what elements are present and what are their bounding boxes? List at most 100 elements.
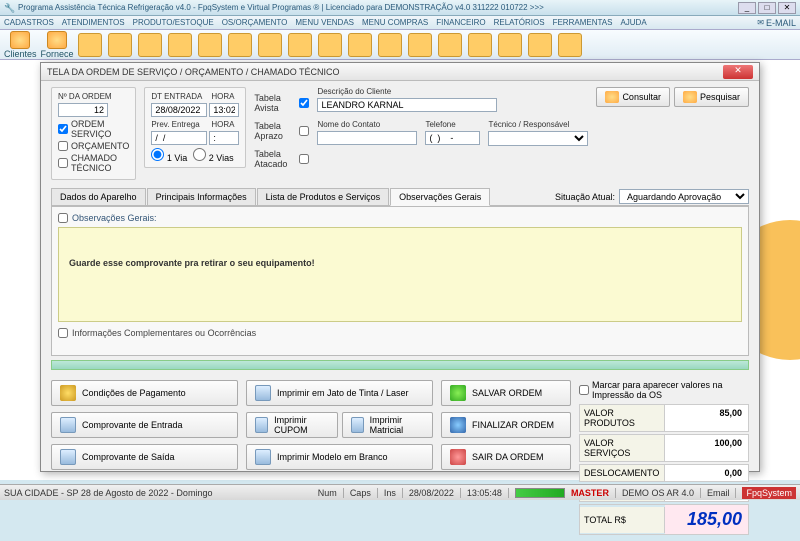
contato-label: Nome do Contato bbox=[317, 120, 417, 129]
tb-clientes[interactable]: Clientes bbox=[4, 31, 37, 59]
sb-caps: Caps bbox=[350, 488, 371, 498]
tb-icon[interactable] bbox=[408, 33, 432, 57]
tb-icon[interactable] bbox=[78, 33, 102, 57]
obs-textarea[interactable]: Guarde esse comprovante pra retirar o se… bbox=[58, 227, 742, 322]
minimize-button[interactable]: _ bbox=[738, 2, 756, 14]
btn-comp-entrada[interactable]: Comprovante de Entrada bbox=[51, 412, 238, 438]
dt-entrada-input[interactable] bbox=[151, 103, 207, 117]
coin-icon bbox=[60, 385, 76, 401]
btn-branco[interactable]: Imprimir Modelo em Branco bbox=[246, 444, 433, 470]
order-num-input[interactable] bbox=[58, 103, 108, 117]
lbl-1via: 1 Via bbox=[167, 153, 187, 163]
menu-produto[interactable]: PRODUTO/ESTOQUE bbox=[133, 18, 214, 27]
chk-compl[interactable] bbox=[58, 328, 68, 338]
menu-relatorios[interactable]: RELATÓRIOS bbox=[494, 18, 545, 27]
menu-vendas[interactable]: MENU VENDAS bbox=[295, 18, 354, 27]
menu-ajuda[interactable]: AJUDA bbox=[620, 18, 646, 27]
tb-icon[interactable] bbox=[138, 33, 162, 57]
tab-info[interactable]: Principais Informações bbox=[147, 188, 256, 205]
btn-matricial[interactable]: Imprimir Matricial bbox=[342, 412, 434, 438]
sb-email[interactable]: Email bbox=[707, 488, 730, 498]
chk-obs[interactable] bbox=[58, 213, 68, 223]
chk-atacado[interactable] bbox=[299, 154, 309, 164]
lbl-prod: VALOR PRODUTOS bbox=[580, 405, 665, 431]
situacao-select[interactable]: Aguardando Aprovação bbox=[619, 189, 749, 204]
sb-brand: FpqSystem bbox=[742, 487, 796, 499]
contato-input[interactable] bbox=[317, 131, 417, 145]
tb-icon[interactable] bbox=[558, 33, 582, 57]
consultar-button[interactable]: Consultar bbox=[596, 87, 670, 107]
tb-icon[interactable] bbox=[108, 33, 132, 57]
tb-icon[interactable] bbox=[258, 33, 282, 57]
btn-finalizar[interactable]: FINALIZAR ORDEM bbox=[441, 412, 571, 438]
prev-date-input[interactable] bbox=[151, 131, 207, 145]
menu-atendimentos[interactable]: ATENDIMENTOS bbox=[62, 18, 125, 27]
tel-input[interactable] bbox=[425, 131, 480, 145]
email-label: E-MAIL bbox=[766, 18, 796, 28]
teal-bar bbox=[51, 360, 749, 370]
sb-progress bbox=[515, 488, 565, 498]
btn-condicoes[interactable]: Condições de Pagamento bbox=[51, 380, 238, 406]
cliente-input[interactable] bbox=[317, 98, 497, 112]
email-button[interactable]: ✉ E-MAIL bbox=[757, 18, 796, 28]
menu-os[interactable]: OS/ORÇAMENTO bbox=[222, 18, 288, 27]
menu-financeiro[interactable]: FINANCEIRO bbox=[436, 18, 485, 27]
prev-time-input[interactable] bbox=[209, 131, 239, 145]
tb-icon[interactable] bbox=[438, 33, 462, 57]
sb-city: SUA CIDADE - SP 28 de Agosto de 2022 - D… bbox=[4, 488, 212, 498]
doc-icon bbox=[60, 417, 76, 433]
tel-label: Telefone bbox=[425, 120, 480, 129]
lbl-finalizar: FINALIZAR ORDEM bbox=[472, 420, 554, 430]
tab-lista[interactable]: Lista de Produtos e Serviços bbox=[257, 188, 390, 205]
lbl-desl: DESLOCAMENTO bbox=[580, 465, 665, 481]
lbl-matricial: Imprimir Matricial bbox=[370, 415, 424, 435]
chk-orcamento[interactable] bbox=[58, 141, 68, 151]
hora-input[interactable] bbox=[209, 103, 239, 117]
tb-icon[interactable] bbox=[228, 33, 252, 57]
tb-icon[interactable] bbox=[498, 33, 522, 57]
close-button[interactable]: ✕ bbox=[778, 2, 796, 14]
tb-icon[interactable] bbox=[528, 33, 552, 57]
btn-sair[interactable]: SAIR DA ORDEM bbox=[441, 444, 571, 470]
toolbar: Clientes Fornece bbox=[0, 30, 800, 60]
lbl-ordem: ORDEM SERVIÇO bbox=[71, 119, 129, 139]
tb-fornece[interactable]: Fornece bbox=[41, 31, 74, 59]
lbl-marcar: Marcar para aparecer valores na Impressã… bbox=[592, 380, 749, 400]
tb-icon[interactable] bbox=[318, 33, 342, 57]
btn-salvar[interactable]: SALVAR ORDEM bbox=[441, 380, 571, 406]
chk-chamado[interactable] bbox=[58, 158, 68, 168]
lbl-2vias: 2 Vias bbox=[209, 153, 234, 163]
val-total: 185,00 bbox=[665, 505, 748, 534]
sb-num: Num bbox=[318, 488, 337, 498]
tab-obs[interactable]: Observações Gerais bbox=[390, 188, 490, 206]
app-icon: 🔧 bbox=[4, 3, 14, 13]
val-desl: 0,00 bbox=[665, 465, 748, 481]
tb-icon[interactable] bbox=[468, 33, 492, 57]
tb-icon[interactable] bbox=[198, 33, 222, 57]
tb-icon[interactable] bbox=[348, 33, 372, 57]
lbl-branco: Imprimir Modelo em Branco bbox=[277, 452, 388, 462]
chk-avista[interactable] bbox=[299, 98, 309, 108]
menu-compras[interactable]: MENU COMPRAS bbox=[362, 18, 428, 27]
menu-ferramentas[interactable]: FERRAMENTAS bbox=[553, 18, 613, 27]
radio-1via[interactable] bbox=[151, 148, 164, 161]
lbl-comp-sai: Comprovante de Saída bbox=[82, 452, 175, 462]
maximize-button[interactable]: □ bbox=[758, 2, 776, 14]
pesquisar-button[interactable]: Pesquisar bbox=[674, 87, 749, 107]
tab-dados[interactable]: Dados do Aparelho bbox=[51, 188, 146, 205]
btn-jato[interactable]: Imprimir em Jato de Tinta / Laser bbox=[246, 380, 433, 406]
dialog-close-button[interactable]: ✕ bbox=[723, 65, 753, 79]
obs-compl-label: Informações Complementares ou Ocorrência… bbox=[72, 328, 256, 338]
chk-aprazo[interactable] bbox=[299, 126, 309, 136]
tecnico-select[interactable] bbox=[488, 131, 588, 146]
chk-ordem[interactable] bbox=[58, 124, 68, 134]
btn-comp-saida[interactable]: Comprovante de Saída bbox=[51, 444, 238, 470]
exit-icon bbox=[450, 449, 466, 465]
tb-icon[interactable] bbox=[288, 33, 312, 57]
tb-icon[interactable] bbox=[378, 33, 402, 57]
tb-icon[interactable] bbox=[168, 33, 192, 57]
chk-marcar[interactable] bbox=[579, 385, 589, 395]
menu-cadastros[interactable]: CADASTROS bbox=[4, 18, 54, 27]
btn-cupom[interactable]: Imprimir CUPOM bbox=[246, 412, 338, 438]
radio-2vias[interactable] bbox=[193, 148, 206, 161]
